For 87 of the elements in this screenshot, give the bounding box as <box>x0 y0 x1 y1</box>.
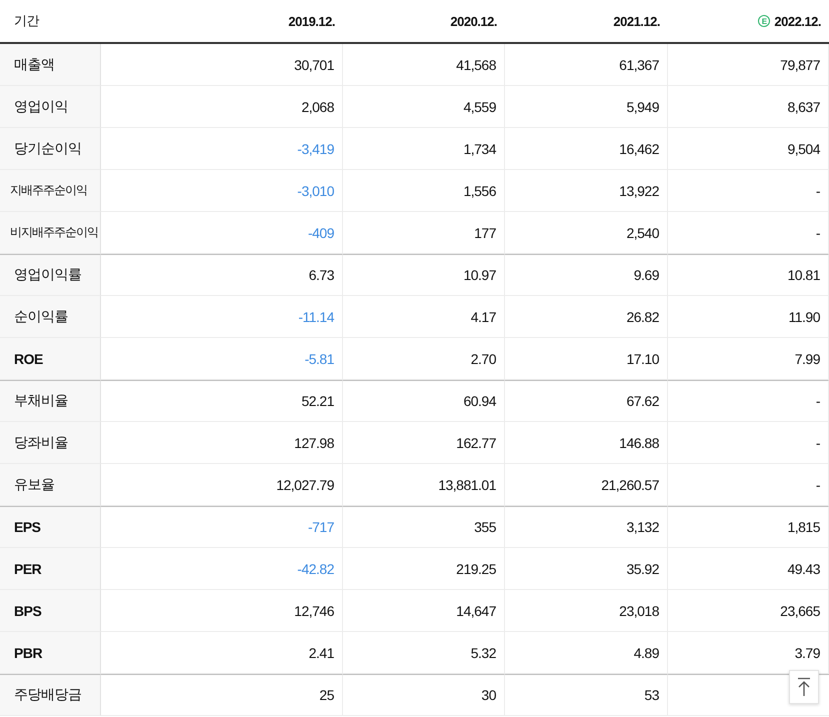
table-cell: 26.82 <box>626 308 659 324</box>
table-cell: 9,504 <box>787 140 820 156</box>
table-cell: - <box>816 476 820 492</box>
table-cell: 3,132 <box>626 519 659 535</box>
table-cell: 3.79 <box>794 644 820 660</box>
table-cell: -42.82 <box>297 560 334 576</box>
row-header: 지배주주순이익 <box>0 170 101 212</box>
table-cell: - <box>816 224 820 240</box>
table-cell: 30 <box>481 687 496 703</box>
table-cell: 13,922 <box>619 182 659 198</box>
row-header: 당좌비율 <box>0 422 101 464</box>
table-cell: -409 <box>308 224 334 240</box>
table-cell: 7.99 <box>794 350 820 366</box>
row-header: 순이익률 <box>0 296 101 338</box>
table-cell: 11.90 <box>788 308 820 324</box>
table-cell: 127.98 <box>294 434 334 450</box>
table-cell: 2,540 <box>626 224 659 240</box>
table-cell: 2.70 <box>470 350 496 366</box>
table-cell: 79,877 <box>780 56 820 72</box>
scroll-to-top-button[interactable] <box>789 670 819 704</box>
table-cell: -3,419 <box>297 140 334 156</box>
table-cell: 17.10 <box>626 350 659 366</box>
row-header: 매출액 <box>0 44 101 86</box>
row-header: 영업이익 <box>0 86 101 128</box>
table-cell: 1,734 <box>463 140 496 156</box>
row-header: EPS <box>0 506 101 548</box>
table-cell: 53 <box>644 687 659 703</box>
row-header: 부채비율 <box>0 380 101 422</box>
table-cell: 21,260.57 <box>601 476 659 492</box>
table-cell: 10.97 <box>463 267 496 283</box>
table-cell: 2,068 <box>301 98 334 114</box>
table-cell: 67.62 <box>626 393 659 409</box>
row-header: PER <box>0 548 101 590</box>
table-cell: 5,949 <box>626 98 659 114</box>
table-cell: 6.73 <box>308 267 334 283</box>
table-cell: 13,881.01 <box>438 476 496 492</box>
table-cell: 146.88 <box>619 434 659 450</box>
table-cell: 23,018 <box>619 602 659 618</box>
table-cell: 52.21 <box>301 393 334 409</box>
table-cell: 2.41 <box>308 644 334 660</box>
table-cell: 1,556 <box>463 182 496 198</box>
table-cell: 25 <box>319 687 334 703</box>
table-cell: -5.81 <box>304 350 334 366</box>
table-cell: 10.81 <box>787 267 820 283</box>
table-cell: 5.32 <box>470 644 496 660</box>
scroll-top-icon <box>797 677 811 697</box>
table-cell: 30,701 <box>294 56 334 72</box>
table-cell: 16,462 <box>619 140 659 156</box>
column-header: 2020.12. <box>450 14 497 28</box>
table-cell: - <box>816 434 820 450</box>
table-cell: -717 <box>308 519 334 535</box>
table-cell: - <box>816 393 820 409</box>
table-cell: 60.94 <box>463 393 496 409</box>
row-header: 영업이익률 <box>0 254 101 296</box>
table-cell: 35.92 <box>626 560 659 576</box>
table-cell: 23,665 <box>780 602 820 618</box>
table-cell: 177 <box>474 224 496 240</box>
table-cell: 12,027.79 <box>276 476 334 492</box>
row-header: BPS <box>0 590 101 632</box>
table-cell: 1,815 <box>787 519 820 535</box>
column-header: 기간 <box>14 12 39 30</box>
row-header: 당기순이익 <box>0 128 101 170</box>
table-cell: 4.89 <box>634 644 659 660</box>
estimate-badge: E <box>758 15 770 27</box>
table-cell: 41,568 <box>456 56 496 72</box>
table-cell: -11.14 <box>298 308 334 324</box>
table-cell: 9.69 <box>634 267 659 283</box>
table-cell: 4,559 <box>463 98 496 114</box>
row-header: ROE <box>0 338 101 380</box>
column-header: 2022.12. <box>774 14 821 28</box>
table-cell: 162.77 <box>456 434 496 450</box>
table-cell: 219.25 <box>456 560 496 576</box>
table-cell: 14,647 <box>456 602 496 618</box>
table-cell: 49.43 <box>787 560 820 576</box>
row-header: 유보율 <box>0 464 101 506</box>
table-cell: 355 <box>474 519 496 535</box>
column-header: 2019.12. <box>288 14 335 28</box>
table-cell: 8,637 <box>787 98 820 114</box>
table-cell: -3,010 <box>297 182 334 198</box>
row-header: 비지배주주순이익 <box>0 212 101 254</box>
row-header: PBR <box>0 632 101 674</box>
row-header: 주당배당금 <box>0 674 101 716</box>
table-cell: 12,746 <box>294 602 334 618</box>
table-cell: 4.17 <box>470 308 496 324</box>
table-cell: 61,367 <box>619 56 659 72</box>
table-cell: - <box>816 182 820 198</box>
column-header: 2021.12. <box>613 14 660 28</box>
